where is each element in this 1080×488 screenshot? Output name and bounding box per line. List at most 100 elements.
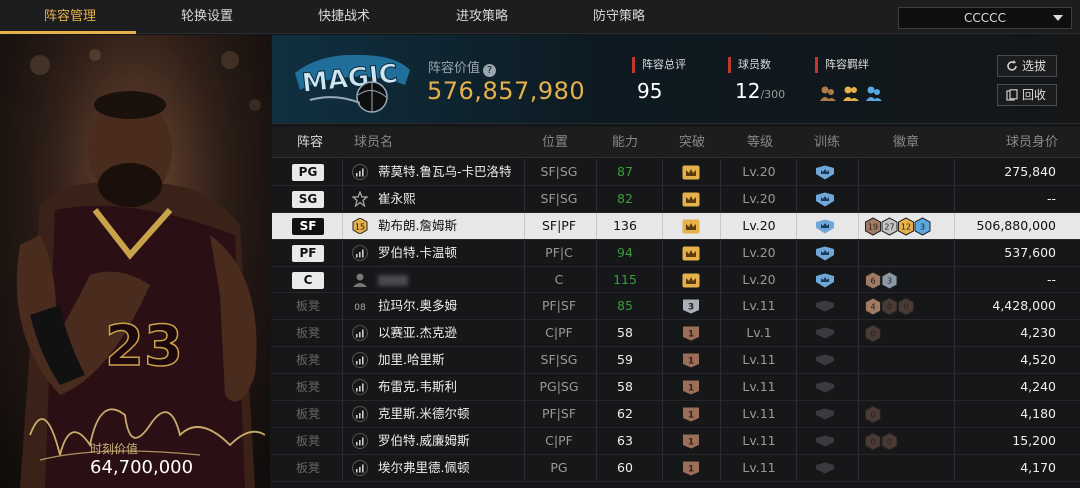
crown-icon[interactable] bbox=[682, 273, 700, 288]
featured-player-card[interactable]: 23 时刻价值 64,700,000 bbox=[0, 35, 270, 488]
player-name[interactable]: 崔永熙 bbox=[378, 186, 416, 212]
col-ability[interactable]: 能力 bbox=[612, 127, 638, 158]
player-name[interactable]: 克里斯.米德尔顿 bbox=[378, 401, 469, 427]
training-crown-icon[interactable] bbox=[815, 192, 835, 207]
badge-group[interactable]: 0 bbox=[864, 405, 883, 424]
crown-icon[interactable] bbox=[682, 246, 700, 261]
badge-group[interactable]: 19 27 12 3 bbox=[864, 217, 934, 236]
table-row[interactable]: 板凳 罗伯特.威廉姆斯 C|PF 63 1 Lv.11 0 0 15,200 bbox=[272, 427, 1080, 455]
training-locked-icon[interactable] bbox=[815, 326, 835, 341]
col-name[interactable]: 球员名 bbox=[354, 127, 393, 158]
col-position[interactable]: 位置 bbox=[542, 127, 568, 158]
breakthrough-level-icon[interactable]: 1 bbox=[682, 353, 700, 368]
tab-defense[interactable]: 防守策略 bbox=[593, 0, 645, 34]
column-divider bbox=[662, 185, 663, 212]
column-divider bbox=[796, 374, 797, 401]
help-icon[interactable]: ? bbox=[483, 64, 497, 77]
badge-group[interactable]: 63 bbox=[864, 270, 900, 290]
column-divider bbox=[596, 239, 597, 266]
bond-icons[interactable] bbox=[818, 83, 888, 103]
tab-offense[interactable]: 进攻策略 bbox=[456, 0, 508, 34]
tab-rotation[interactable]: 轮换设置 bbox=[181, 0, 233, 34]
col-breakthrough[interactable]: 突破 bbox=[679, 127, 705, 158]
col-slot[interactable]: 阵容 bbox=[297, 127, 323, 158]
training-locked-icon[interactable] bbox=[815, 380, 835, 395]
player-name[interactable]: 勒布朗.詹姆斯 bbox=[378, 213, 457, 239]
signal-bars-icon bbox=[352, 325, 368, 342]
column-divider bbox=[342, 185, 343, 212]
tab-quick-tactics[interactable]: 快捷战术 bbox=[318, 0, 370, 34]
training-crown-icon[interactable] bbox=[815, 273, 835, 288]
breakthrough-level-icon[interactable]: 1 bbox=[682, 434, 700, 449]
tab-lineup[interactable]: 阵容管理 bbox=[44, 0, 96, 34]
training-locked-icon[interactable] bbox=[815, 299, 835, 314]
table-row[interactable]: SF 15 勒布朗.詹姆斯 SF|PF 136 Lv.20 19 27 12 3 506,880,0… bbox=[272, 212, 1080, 240]
column-divider bbox=[720, 239, 721, 266]
crown-icon[interactable] bbox=[682, 165, 700, 180]
player-name[interactable]: 罗伯特.卡温顿 bbox=[378, 240, 457, 266]
col-badges[interactable]: 徽章 bbox=[893, 127, 919, 158]
lineup-slot: SG bbox=[292, 190, 324, 208]
player-ability: 94 bbox=[617, 244, 633, 260]
table-row[interactable]: 板凳 埃尔弗里德.佩顿 PG 60 1 Lv.11 4,170 bbox=[272, 454, 1080, 482]
column-divider bbox=[858, 239, 859, 266]
training-locked-icon[interactable] bbox=[815, 434, 835, 449]
svg-text:08: 08 bbox=[354, 303, 366, 313]
player-name[interactable]: 加里.哈里斯 bbox=[378, 347, 444, 373]
player-count-number: 12 bbox=[735, 79, 761, 103]
training-crown-icon[interactable] bbox=[815, 219, 835, 234]
column-divider bbox=[662, 293, 663, 320]
player-name[interactable]: 埃尔弗里德.佩顿 bbox=[378, 455, 469, 481]
badge-group[interactable]: 00 bbox=[864, 432, 900, 451]
crown-icon[interactable] bbox=[682, 219, 700, 234]
training-locked-icon[interactable] bbox=[815, 353, 835, 368]
player-name[interactable]: 罗伯特.威廉姆斯 bbox=[378, 428, 469, 454]
table-row[interactable]: 板凳 08 拉玛尔.奥多姆 PF|SF 85 3 Lv.11 4 0 0 4,428,000 bbox=[272, 293, 1080, 321]
table-row[interactable]: PG 蒂莫特.鲁瓦乌-卡巴洛特 SF|SG 87 Lv.20 275,840 bbox=[272, 159, 1080, 186]
column-divider bbox=[954, 159, 955, 185]
player-count-value: 12/300 bbox=[735, 79, 785, 103]
column-divider bbox=[342, 347, 343, 374]
badge-count: 6 bbox=[870, 276, 875, 285]
table-row[interactable]: C C 115 Lv.20 6 3 -- bbox=[272, 266, 1080, 294]
table-row[interactable]: 板凳 克里斯.米德尔顿 PF|SF 62 1 Lv.11 0 4,180 bbox=[272, 401, 1080, 428]
breakthrough-level-icon[interactable]: 3 bbox=[682, 299, 700, 314]
player-position: PF|SF bbox=[541, 406, 577, 422]
player-name[interactable]: 布雷克.韦斯利 bbox=[378, 374, 457, 400]
col-price[interactable]: 球员身价 bbox=[1006, 127, 1058, 158]
player-name[interactable]: 拉玛尔.奥多姆 bbox=[378, 293, 457, 319]
breakthrough-level-icon[interactable]: 1 bbox=[682, 326, 700, 341]
column-divider bbox=[524, 293, 525, 320]
breakthrough-level-icon[interactable]: 1 bbox=[682, 407, 700, 422]
breakthrough-level-icon[interactable]: 1 bbox=[682, 461, 700, 476]
breakthrough-level-icon[interactable]: 1 bbox=[682, 380, 700, 395]
column-divider bbox=[954, 347, 955, 374]
rank-15-icon: 15 bbox=[352, 217, 368, 234]
recycle-button[interactable]: 回收 bbox=[997, 84, 1057, 106]
training-crown-icon[interactable] bbox=[815, 246, 835, 261]
table-row[interactable]: 板凳 加里.哈里斯 SF|SG 59 1 Lv.11 4,520 bbox=[272, 347, 1080, 375]
select-button[interactable]: 选拔 bbox=[997, 55, 1057, 77]
team-dropdown[interactable]: CCCCC bbox=[898, 7, 1072, 29]
player-price: 4,428,000 bbox=[992, 298, 1056, 314]
table-row[interactable]: SG 崔永熙 SF|SG 82 Lv.20 -- bbox=[272, 185, 1080, 213]
training-locked-icon[interactable] bbox=[815, 407, 835, 422]
player-name[interactable]: 蒂莫特.鲁瓦乌-卡巴洛特 bbox=[378, 159, 511, 185]
badge-count: 0 bbox=[887, 437, 892, 446]
lineup-slot: 板凳 bbox=[295, 353, 320, 368]
table-row[interactable]: 板凳 以赛亚.杰克逊 C|PF 58 1 Lv.1 0 4,230 bbox=[272, 320, 1080, 348]
active-tab-indicator bbox=[0, 31, 136, 34]
badge-group[interactable]: 4 0 0 bbox=[864, 297, 917, 317]
table-row[interactable]: 板凳 布雷克.韦斯利 PG|SG 58 1 Lv.11 4,240 bbox=[272, 374, 1080, 402]
col-training[interactable]: 训练 bbox=[814, 127, 840, 158]
training-crown-icon[interactable] bbox=[815, 165, 835, 180]
crown-icon[interactable] bbox=[682, 192, 700, 207]
training-locked-icon[interactable] bbox=[815, 461, 835, 476]
badge-group[interactable]: 0 bbox=[864, 324, 883, 343]
player-price: 506,880,000 bbox=[976, 217, 1056, 233]
lineup-slot: PF bbox=[292, 244, 324, 262]
col-level[interactable]: 等级 bbox=[747, 127, 773, 158]
column-divider bbox=[858, 293, 859, 320]
player-name[interactable]: 以赛亚.杰克逊 bbox=[378, 320, 457, 346]
table-row[interactable]: PF 罗伯特.卡温顿 PF|C 94 Lv.20 537,600 bbox=[272, 239, 1080, 267]
